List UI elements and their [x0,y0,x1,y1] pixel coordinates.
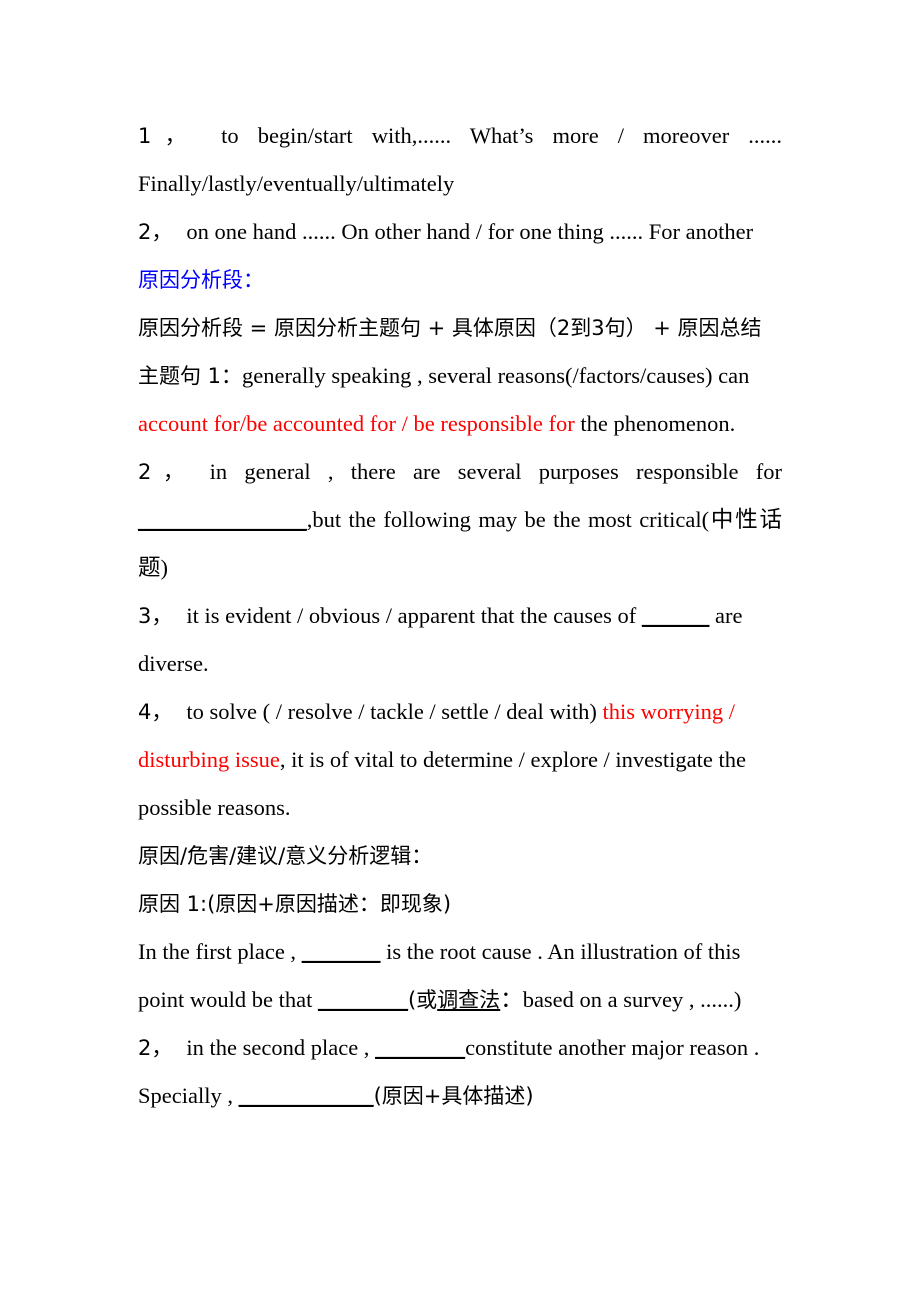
cause-2-detail-run-0: Specially , [138,1083,239,1108]
topic-sentence-3-run-1: it is evident / obvious / apparent that … [186,603,642,628]
cause-2-body-run-2: ________ [375,1035,466,1060]
para-1-run-1: to begin/start with,...... What’s more /… [138,123,782,196]
cause-2-body-run-3: constitute another major reason . [465,1035,760,1060]
para-2-run-0: 2， [138,220,173,244]
topic-sentence-1-run-2: account for/be accounted for / be respon… [138,411,575,436]
topic-sentence-1-run-1: generally speaking , several reasons(/fa… [242,363,750,388]
cause-2-detail-run-1: ____________ [238,1083,374,1108]
cause-1-body-run-0: In the first place , [138,939,302,964]
document-body: 1， to begin/start with,...... What’s more… [138,112,782,1120]
formula-line-run-0: 原因分析段 = 原因分析主题句 + 具体原因（2到3句） + 原因总结 [138,316,762,340]
topic-sentence-2-run-2: _______________ [138,507,307,532]
para-1: 1， to begin/start with,...... What’s more… [138,112,782,208]
para-2: 2， on one hand ...... On other hand / for… [138,208,782,256]
cause-2-detail: Specially , ____________(原因+具体描述) [138,1072,782,1120]
topic-sentence-2-run-1: in general , there are several purposes … [209,459,782,484]
cause-1-body-run-6: ：based on a survey , ......) [500,987,742,1012]
cause-1-body-run-5: 调查法 [437,988,501,1012]
topic-sentence-1-run-0: 主题句 1： [138,364,243,388]
cause-2-body: 2， in the second place , ________constitu… [138,1024,782,1072]
cause-2-detail-run-2: (原因+具体描述) [373,1084,534,1108]
para-2-run-1: on one hand ...... On other hand / for o… [186,219,754,244]
document-page: 1， to begin/start with,...... What’s more… [0,0,920,1302]
heading-cause-analysis-run-0: 原因分析段： [138,268,264,292]
cause-1-body-run-3: ________ [317,987,408,1012]
topic-sentence-3-run-2: ______ [641,603,710,628]
logic-heading: 原因/危害/建议/意义分析逻辑： [138,832,782,880]
cause-1-label: 原因 1:(原因+原因描述：即现象) [138,880,782,928]
topic-sentence-4-run-1: to solve ( / resolve / tackle / settle /… [186,699,603,724]
para-1-run-0: 1， [138,124,200,148]
topic-sentence-1: 主题句 1：generally speaking , several reaso… [138,352,782,448]
formula-line: 原因分析段 = 原因分析主题句 + 具体原因（2到3句） + 原因总结 [138,304,782,352]
cause-1-body-run-4: (或 [407,988,438,1012]
cause-2-body-run-1: in the second place , [186,1035,376,1060]
cause-2-body-run-0: 2， [138,1036,173,1060]
logic-heading-run-0: 原因/危害/建议/意义分析逻辑： [138,844,433,868]
cause-1-body: In the first place , _______ is the root… [138,928,782,1024]
topic-sentence-2-run-0: 2， [138,460,196,484]
topic-sentence-2: 2， in general , there are several purpose… [138,448,782,592]
topic-sentence-3-run-0: 3， [138,604,173,628]
cause-1-body-run-1: _______ [301,939,381,964]
topic-sentence-1-run-3: the phenomenon. [574,411,736,436]
heading-cause-analysis: 原因分析段： [138,256,782,304]
topic-sentence-4-run-0: 4， [138,700,173,724]
topic-sentence-4: 4， to solve ( / resolve / tackle / settle… [138,688,782,832]
topic-sentence-3: 3， it is evident / obvious / apparent tha… [138,592,782,688]
cause-1-label-run-0: 原因 1:(原因+原因描述：即现象) [138,892,452,916]
